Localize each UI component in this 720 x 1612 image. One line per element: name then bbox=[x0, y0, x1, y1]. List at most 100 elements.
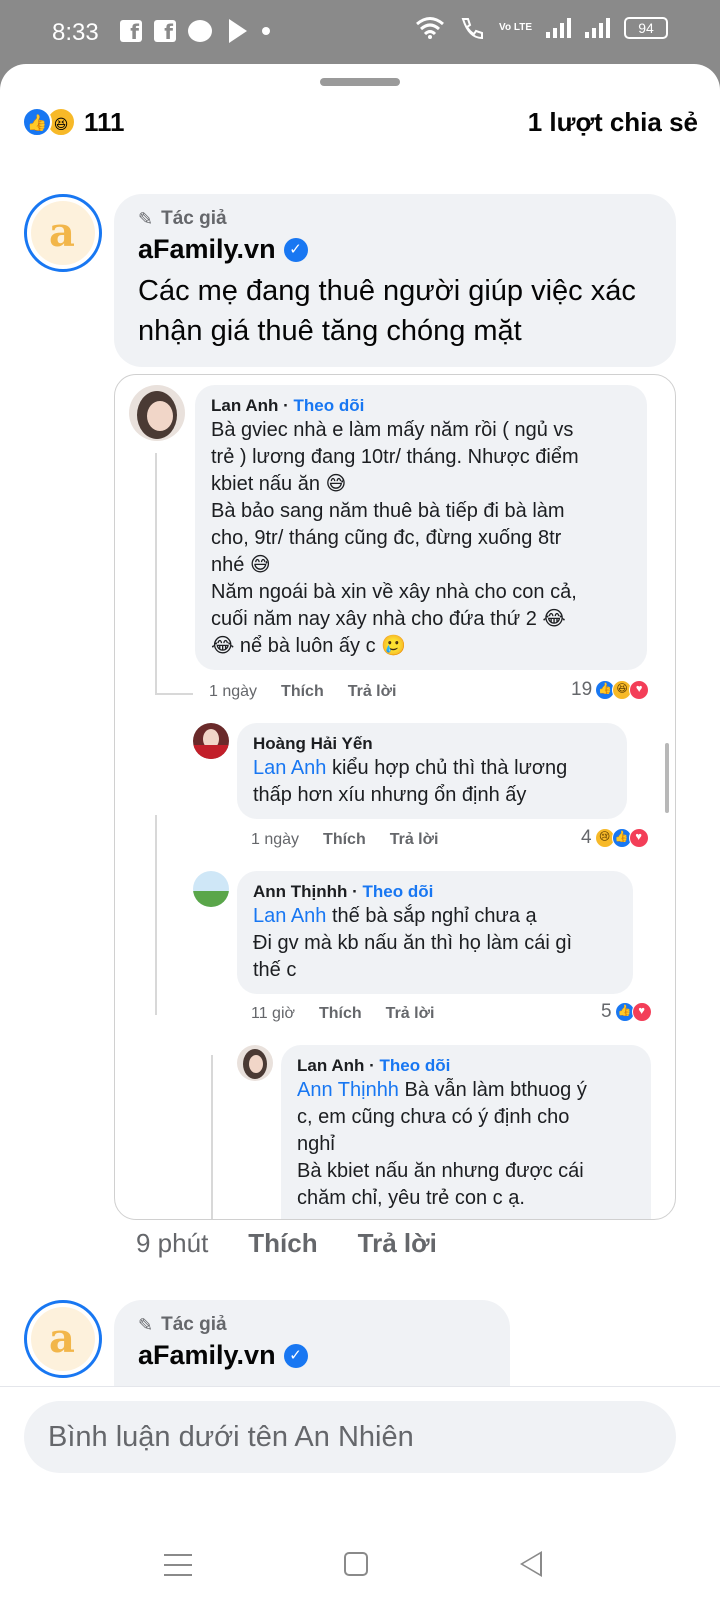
comment-line: nhé 😅 bbox=[211, 554, 271, 576]
dot-icon bbox=[262, 27, 270, 35]
status-bar: 8:33 Vo LTE 94 bbox=[0, 0, 720, 64]
avatar bbox=[237, 1045, 273, 1081]
comment-line: 😂 nể bà luôn ấy c 🥲 bbox=[211, 635, 407, 657]
reaction-count: 4 bbox=[581, 827, 592, 848]
comment-actions: 9 phút Thích Trả lời bbox=[136, 1228, 437, 1259]
author-tag: ✎ Tác giả bbox=[138, 208, 652, 230]
love-icon: ♥ bbox=[628, 828, 649, 848]
author-name-text: aFamily.vn bbox=[138, 234, 276, 264]
comment-line: Bà bảo sang năm thuê bà tiếp đi bà làm bbox=[211, 500, 565, 522]
comment-line: thế bà sắp nghỉ chưa ạ bbox=[326, 905, 537, 927]
comment-meta: 11 giờ Thích Trả lời bbox=[251, 1005, 434, 1023]
reaction-count: 111 bbox=[84, 106, 125, 137]
share-count[interactable]: 1 lượt chia sẻ bbox=[528, 107, 698, 138]
messenger-icon bbox=[188, 20, 212, 42]
scrollbar[interactable] bbox=[665, 743, 669, 813]
avatar bbox=[193, 723, 229, 759]
comment-line: Bà vẫn làm bthuog ý bbox=[398, 1079, 587, 1101]
comment-line: cuối năm nay xây nhà cho đứa thứ 2 😂 bbox=[211, 608, 566, 630]
comment-line: trẻ ) lương đang 10tr/ tháng. Nhược điểm bbox=[211, 446, 579, 468]
like-label: Thích bbox=[281, 683, 324, 700]
comment-reactions: 5 👍 ♥ bbox=[601, 1001, 652, 1023]
reply-label: Trả lời bbox=[389, 831, 439, 848]
reaction-count: 5 bbox=[601, 1001, 612, 1022]
comment-composer: Bình luận dưới tên An Nhiên bbox=[0, 1386, 720, 1534]
follow-link: Theo dõi bbox=[379, 1056, 451, 1075]
comment-line: Bà gviec nhà e làm mấy năm rồi ( ngủ vs bbox=[211, 419, 574, 441]
author-tag: ✎ Tác giả bbox=[138, 1314, 486, 1336]
author-avatar[interactable]: a bbox=[24, 194, 102, 272]
wifi-call-icon bbox=[461, 18, 484, 40]
drag-handle[interactable] bbox=[320, 78, 400, 86]
comment-reactions: 4 😢 👍 ♥ bbox=[581, 827, 649, 849]
like-label: Thích bbox=[323, 831, 366, 848]
notification-icons bbox=[120, 19, 270, 44]
pencil-icon: ✎ bbox=[138, 208, 154, 229]
commenter-name: Lan Anh bbox=[297, 1056, 365, 1075]
mention: Lan Anh bbox=[253, 905, 327, 927]
telegram-icon bbox=[229, 19, 247, 43]
wifi-icon bbox=[416, 17, 444, 39]
embedded-comment: Ann Thịnhh · Theo dõi Lan Anh thế bà sắp… bbox=[237, 871, 633, 994]
reactions-bar[interactable]: 👍 😆 111 1 lượt chia sẻ bbox=[22, 104, 698, 140]
reply-label: Trả lời bbox=[347, 683, 397, 700]
comment-line: kbiet nấu ăn 😅 bbox=[211, 473, 347, 495]
comment-meta: 1 ngày Thích Trả lời bbox=[209, 683, 396, 701]
comment-time: 1 ngày bbox=[209, 683, 258, 700]
reply-label: Trả lời bbox=[385, 1005, 435, 1022]
avatar bbox=[193, 871, 229, 907]
commenter-name: Hoàng Hải Yến bbox=[253, 734, 373, 753]
pencil-icon: ✎ bbox=[138, 1314, 154, 1335]
battery-icon: 94 bbox=[624, 17, 668, 39]
author-tag-label: Tác giả bbox=[161, 1314, 227, 1335]
like-button[interactable]: Thích bbox=[248, 1228, 317, 1259]
comment-input[interactable]: Bình luận dưới tên An Nhiên bbox=[24, 1401, 676, 1473]
system-nav-bar bbox=[0, 1534, 720, 1612]
back-icon[interactable] bbox=[520, 1551, 542, 1577]
verified-badge-icon: ✓ bbox=[283, 1343, 308, 1368]
commenter-name: Ann Thịnhh bbox=[253, 882, 348, 901]
author-tag-label: Tác giả bbox=[161, 208, 227, 229]
facebook-icon bbox=[120, 20, 142, 44]
comment-line: c, em cũng chưa có ý định cho bbox=[297, 1106, 570, 1128]
follow-link: Theo dõi bbox=[362, 882, 434, 901]
author-name[interactable]: aFamily.vn ✓ bbox=[138, 1340, 486, 1371]
menu-icon[interactable] bbox=[164, 1554, 192, 1584]
avatar bbox=[129, 385, 185, 441]
mention: Ann Thịnhh bbox=[297, 1079, 399, 1101]
comment-meta: 1 ngày Thích Trả lời bbox=[251, 831, 438, 849]
status-time: 8:33 bbox=[52, 19, 99, 46]
reaction-count: 19 bbox=[571, 679, 593, 700]
comment-text: Các mẹ đang thuê người giúp việc xác nhậ… bbox=[138, 275, 636, 347]
like-label: Thích bbox=[319, 1005, 362, 1022]
author-avatar[interactable]: a bbox=[24, 1300, 102, 1378]
comment-line: thấp hơn xíu nhưng ổn định ấy bbox=[253, 784, 527, 806]
signal-icon bbox=[585, 18, 610, 38]
love-icon: ♥ bbox=[631, 1002, 652, 1022]
commenter-name: Lan Anh bbox=[211, 396, 279, 415]
comments-sheet: 👍 😆 111 1 lượt chia sẻ a ✎ Tác giả aFami… bbox=[0, 64, 720, 1534]
author-name-text: aFamily.vn bbox=[138, 1340, 276, 1370]
embedded-comment: Lan Anh · Theo dõi Ann Thịnhh Bà vẫn làm… bbox=[281, 1045, 651, 1219]
comment-image[interactable]: Lan Anh · Theo dõi Bà gviec nhà e làm mấ… bbox=[114, 374, 676, 1220]
embedded-comment: Lan Anh · Theo dõi Bà gviec nhà e làm mấ… bbox=[195, 385, 647, 670]
comment-reactions: 19 👍 😆 ♥ bbox=[571, 679, 650, 701]
author-name[interactable]: aFamily.vn ✓ bbox=[138, 234, 652, 265]
follow-link: Theo dõi bbox=[293, 396, 365, 415]
comment-line: cho, 9tr/ tháng cũng đc, đừng xuống 8tr bbox=[211, 527, 562, 549]
comment-line: Đi gv mà kb nấu ăn thì họ làm cái gì bbox=[253, 932, 573, 954]
comment-line: thế c bbox=[253, 959, 297, 981]
system-icons: Vo LTE 94 bbox=[415, 16, 668, 40]
verified-badge-icon: ✓ bbox=[283, 237, 308, 262]
comment-line: Năm ngoái bà xin về xây nhà cho con cả, bbox=[211, 581, 577, 603]
mention: Lan Anh bbox=[253, 757, 327, 779]
comment-line: Bà kbiet nấu ăn nhưng được cái bbox=[297, 1160, 584, 1182]
comment-line: nghỉ bbox=[297, 1133, 335, 1155]
comment-time: 1 ngày bbox=[251, 831, 300, 848]
reply-button[interactable]: Trả lời bbox=[358, 1228, 437, 1259]
comment-bubble[interactable]: ✎ Tác giả aFamily.vn ✓ Các mẹ đang thuê … bbox=[114, 194, 676, 367]
home-icon[interactable] bbox=[344, 1552, 368, 1576]
like-reaction-icon: 👍 bbox=[22, 107, 52, 137]
comment-time: 9 phút bbox=[136, 1228, 209, 1258]
signal-icon bbox=[546, 18, 571, 38]
